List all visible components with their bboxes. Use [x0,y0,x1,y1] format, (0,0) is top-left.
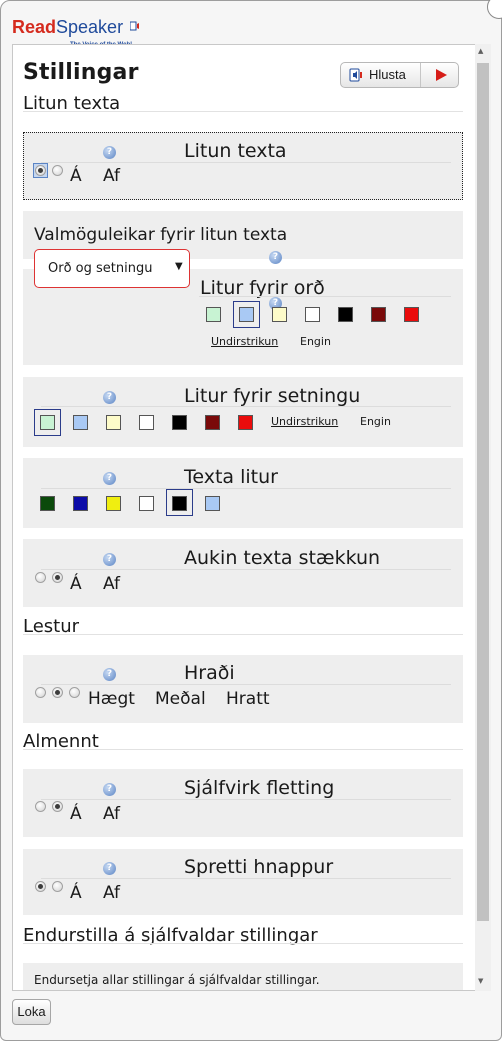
section-divider [23,943,463,944]
litun-off-radio[interactable] [52,165,63,176]
spretti-title: Spretti hnappur [184,856,334,878]
option-divider [41,488,451,489]
underline-option[interactable]: Undirstrikun [271,415,338,428]
speaker-logo-icon [130,21,140,31]
color-swatch[interactable] [239,307,254,322]
aukin-off-radio[interactable] [52,572,63,583]
listen-label: Hlusta [369,67,406,82]
help-icon[interactable]: ? [103,783,116,796]
color-swatch[interactable] [73,415,88,430]
color-swatch[interactable] [404,307,419,322]
underline-option[interactable]: Undirstrikun [211,335,278,348]
hradi-fast-label: Hratt [226,689,270,709]
color-swatch[interactable] [206,307,221,322]
section-divider [23,111,463,112]
option-divider [41,878,451,879]
color-swatch[interactable] [40,496,55,511]
sjalfvirk-title: Sjálfvirk fletting [184,777,335,799]
litun-texta-title: Litun texta [184,140,287,162]
help-icon[interactable]: ? [103,146,116,159]
hradi-slow-radio[interactable] [35,687,46,698]
hradi-slow-label: Hægt [88,689,135,709]
hradi-medium-radio[interactable] [52,687,63,698]
color-swatch[interactable] [106,415,121,430]
help-icon[interactable]: ? [103,391,116,404]
close-button[interactable]: Loka [12,999,51,1025]
color-swatch[interactable] [338,307,353,322]
scroll-up-icon[interactable]: ▲ [478,47,483,55]
spretti-off-radio[interactable] [52,881,63,892]
color-swatch[interactable] [272,307,287,322]
play-icon [436,69,447,81]
page-title: Stillingar [23,60,139,85]
help-icon[interactable]: ? [103,553,116,566]
text-color-mode-select[interactable]: Orð og setningu ▼ [34,249,190,288]
reset-link[interactable]: Endursetja allar stillingar á sjálfvalda… [34,973,320,987]
hradi-fast-radio[interactable] [69,687,80,698]
color-swatch[interactable] [172,415,187,430]
chevron-down-icon: ▼ [175,261,183,272]
color-swatch[interactable] [73,496,88,511]
select-value: Orð og setningu [48,261,153,276]
scroll-down-icon[interactable]: ▼ [478,977,483,985]
aukin-title: Aukin texta stækkun [184,547,381,569]
sjalfvirk-off-radio[interactable] [52,801,63,812]
litun-off-label: Af [103,166,121,186]
spretti-on-radio[interactable] [35,881,46,892]
litun-on-radio[interactable] [35,165,46,176]
help-icon[interactable]: ? [103,862,116,875]
listen-divider [420,63,421,87]
color-swatch[interactable] [106,496,121,511]
option-divider [41,406,451,407]
color-swatch[interactable] [238,415,253,430]
none-option[interactable]: Engin [360,415,391,428]
aukin-off-label: Af [103,574,121,594]
color-swatch[interactable] [371,307,386,322]
section-divider [23,634,463,635]
spretti-on-label: Á [70,883,82,903]
litun-on-label: Á [70,166,82,186]
logo-speaker-text: Speaker [56,17,124,37]
option-divider [41,799,451,800]
speaker-icon [349,68,362,82]
valmoguleikar-label: Valmöguleikar fyrir litun texta [34,225,288,245]
color-swatch[interactable] [305,307,320,322]
aukin-on-radio[interactable] [35,572,46,583]
hradi-title: Hraði [184,662,235,684]
readspeaker-logo: ReadSpeaker The Voice of the Web! [12,17,140,48]
help-icon[interactable]: ? [103,472,116,485]
sjalfvirk-off-label: Af [103,804,121,824]
logo-read-text: Read [12,17,57,37]
settings-window: ReadSpeaker The Voice of the Web! ▲ ▼ St… [0,0,502,1041]
sjalfvirk-on-radio[interactable] [35,801,46,812]
listen-button[interactable]: Hlusta [340,62,459,88]
color-swatch[interactable] [139,415,154,430]
option-divider [41,684,451,685]
color-swatch[interactable] [40,415,55,430]
sjalfvirk-on-label: Á [70,804,82,824]
option-divider [41,162,451,163]
color-swatch[interactable] [139,496,154,511]
window-close-button[interactable] [487,0,502,19]
spretti-off-label: Af [103,883,121,903]
color-swatch[interactable] [205,496,220,511]
texta-litur-title: Texta litur [184,466,278,488]
aukin-on-label: Á [70,574,82,594]
option-divider [41,569,451,570]
option-divider [199,296,451,297]
hradi-medium-label: Meðal [155,689,206,709]
none-option[interactable]: Engin [300,335,331,348]
scrollbar-thumb[interactable] [477,63,489,921]
color-swatch[interactable] [172,496,187,511]
help-icon[interactable]: ? [103,668,116,681]
help-icon[interactable]: ? [269,251,282,264]
color-swatch[interactable] [205,415,220,430]
section-divider [23,749,463,750]
litur-setningu-title: Litur fyrir setningu [184,385,361,407]
